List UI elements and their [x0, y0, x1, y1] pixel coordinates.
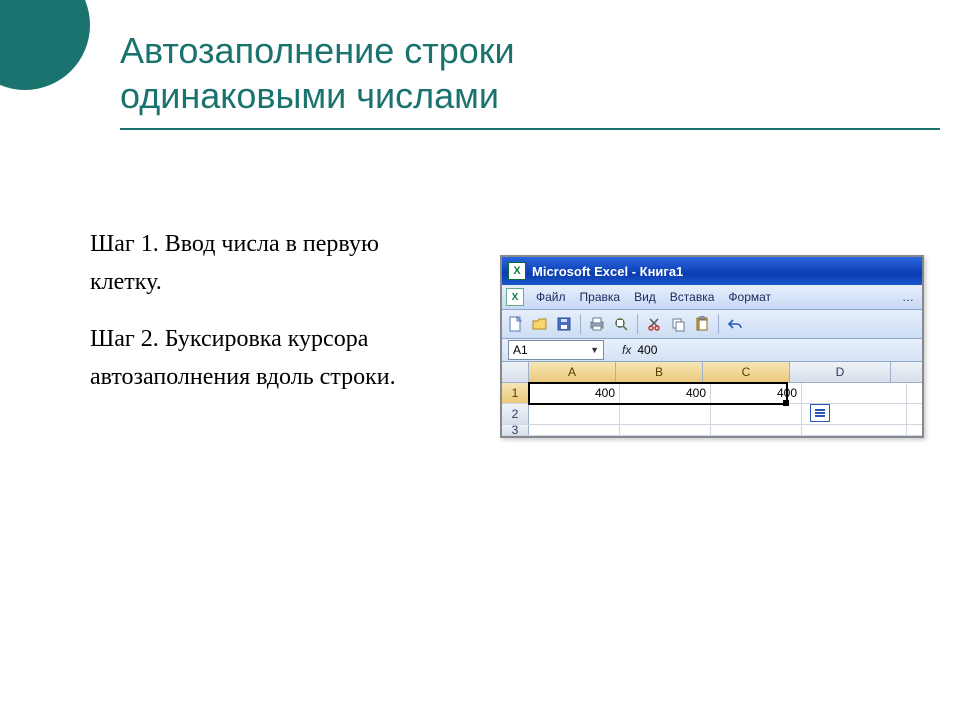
select-all-corner[interactable] [502, 362, 529, 382]
row-1: 1 400 400 400 [502, 383, 922, 404]
print-preview-icon[interactable] [611, 314, 631, 334]
new-file-icon[interactable] [506, 314, 526, 334]
name-box-value: A1 [513, 343, 528, 357]
toolbar-separator [637, 314, 638, 334]
col-header-C[interactable]: C [703, 362, 790, 382]
toolbar-separator [718, 314, 719, 334]
name-box[interactable]: A1 ▼ [508, 340, 604, 360]
cell-B3[interactable] [620, 425, 711, 435]
menu-file[interactable]: Файл [530, 288, 572, 306]
col-header-D[interactable]: D [790, 362, 891, 382]
save-icon[interactable] [554, 314, 574, 334]
column-headers: A B C D [502, 362, 922, 383]
cell-A1[interactable]: 400 [529, 383, 620, 403]
excel-grid[interactable]: A B C D 1 400 400 400 2 3 [502, 362, 922, 436]
menu-more[interactable]: … [902, 290, 918, 304]
cell-C3[interactable] [711, 425, 802, 435]
excel-toolbar [502, 310, 922, 339]
open-file-icon[interactable] [530, 314, 550, 334]
cell-C2[interactable] [711, 404, 802, 424]
autofill-options-button[interactable] [810, 404, 830, 422]
row-header-1[interactable]: 1 [502, 383, 529, 403]
undo-icon[interactable] [725, 314, 745, 334]
decorative-circle [0, 0, 90, 90]
step-1: Шаг 1. Ввод числа в первую клетку. [90, 225, 410, 302]
col-header-A[interactable]: A [529, 362, 616, 382]
cut-icon[interactable] [644, 314, 664, 334]
copy-icon[interactable] [668, 314, 688, 334]
excel-app-icon: X [508, 262, 526, 280]
menu-insert[interactable]: Вставка [664, 288, 721, 306]
menu-format[interactable]: Формат [722, 288, 777, 306]
excel-workbook-icon[interactable]: X [506, 288, 524, 306]
row-header-3[interactable]: 3 [502, 425, 529, 435]
excel-formula-bar: A1 ▼ fx 400 [502, 339, 922, 362]
cell-D3[interactable] [802, 425, 907, 435]
paste-icon[interactable] [692, 314, 712, 334]
step-2: Шаг 2. Буксировка курсора автозаполнения… [90, 320, 410, 397]
row-3: 3 [502, 425, 922, 436]
name-box-dropdown-icon[interactable]: ▼ [590, 345, 599, 355]
excel-titlebar: X Microsoft Excel - Книга1 [502, 257, 922, 285]
excel-window: X Microsoft Excel - Книга1 X Файл Правка… [500, 255, 924, 438]
col-header-B[interactable]: B [616, 362, 703, 382]
formula-bar-value[interactable]: 400 [637, 343, 657, 357]
fx-icon[interactable]: fx [622, 343, 631, 357]
excel-title-text: Microsoft Excel - Книга1 [532, 264, 683, 279]
row-2: 2 [502, 404, 922, 425]
cell-A2[interactable] [529, 404, 620, 424]
excel-menubar: X Файл Правка Вид Вставка Формат … [502, 285, 922, 310]
title-underline [120, 128, 940, 130]
menu-view[interactable]: Вид [628, 288, 662, 306]
print-icon[interactable] [587, 314, 607, 334]
title-block: Автозаполнение строки одинаковыми числам… [120, 28, 920, 130]
row-header-2[interactable]: 2 [502, 404, 529, 424]
slide: Автозаполнение строки одинаковыми числам… [0, 0, 960, 720]
steps-text: Шаг 1. Ввод числа в первую клетку. Шаг 2… [90, 225, 410, 415]
cell-B1[interactable]: 400 [620, 383, 711, 403]
cell-A3[interactable] [529, 425, 620, 435]
slide-title: Автозаполнение строки одинаковыми числам… [120, 28, 920, 118]
cell-B2[interactable] [620, 404, 711, 424]
menu-edit[interactable]: Правка [574, 288, 627, 306]
toolbar-separator [580, 314, 581, 334]
cell-C1[interactable]: 400 [711, 383, 802, 403]
cell-D1[interactable] [802, 383, 907, 403]
